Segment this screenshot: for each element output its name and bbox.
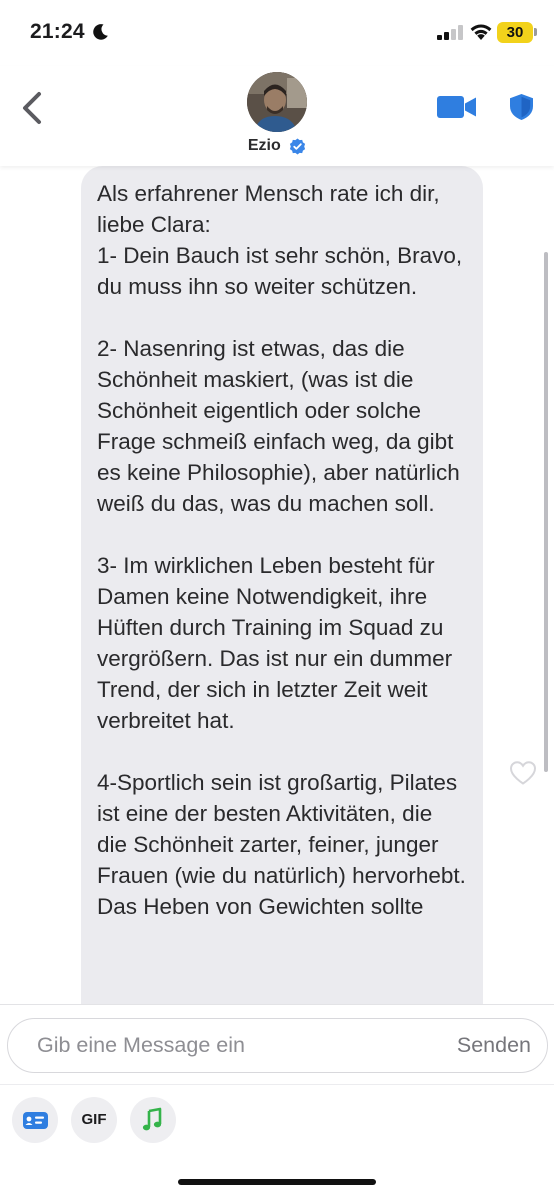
status-bar: 21:24 30 — [0, 0, 554, 66]
avatar-photo — [247, 72, 307, 132]
contact-name: Ezio — [247, 137, 281, 154]
battery-icon: 30 — [497, 22, 533, 43]
verified-icon — [290, 138, 306, 154]
scrollbar[interactable] — [544, 252, 548, 772]
message-list[interactable]: Als erfahrener Mensch rate ich dir, lieb… — [0, 166, 554, 1004]
message-input-placeholder: Gib eine Message ein — [37, 1033, 245, 1057]
signal-icon — [437, 25, 463, 40]
music-button[interactable] — [130, 1097, 176, 1143]
incoming-message-bubble[interactable]: Als erfahrener Mensch rate ich dir, lieb… — [81, 166, 483, 1004]
music-note-icon — [142, 1107, 162, 1131]
battery-tip — [534, 28, 537, 36]
gif-button[interactable]: GIF — [71, 1097, 117, 1143]
chat-header: Ezio — [0, 66, 554, 166]
message-input[interactable]: Gib eine Message ein Senden — [7, 1018, 548, 1073]
video-call-icon[interactable] — [437, 95, 477, 119]
gif-label: GIF — [81, 1111, 107, 1128]
contact-name-row[interactable]: Ezio — [0, 137, 554, 155]
card-icon — [23, 1112, 48, 1129]
avatar[interactable] — [247, 72, 307, 132]
message-text: Als erfahrener Mensch rate ich dir, lieb… — [97, 181, 466, 919]
status-time: 21:24 — [30, 20, 85, 43]
card-button[interactable] — [12, 1097, 58, 1143]
heart-icon[interactable] — [509, 760, 537, 786]
wifi-icon — [470, 24, 492, 40]
shield-icon[interactable] — [509, 93, 534, 121]
back-chevron-icon[interactable] — [18, 88, 48, 128]
home-indicator — [178, 1179, 376, 1185]
moon-icon — [93, 24, 108, 40]
composer: Gib eine Message ein Senden — [0, 1004, 554, 1084]
send-button[interactable]: Senden — [457, 1033, 531, 1058]
